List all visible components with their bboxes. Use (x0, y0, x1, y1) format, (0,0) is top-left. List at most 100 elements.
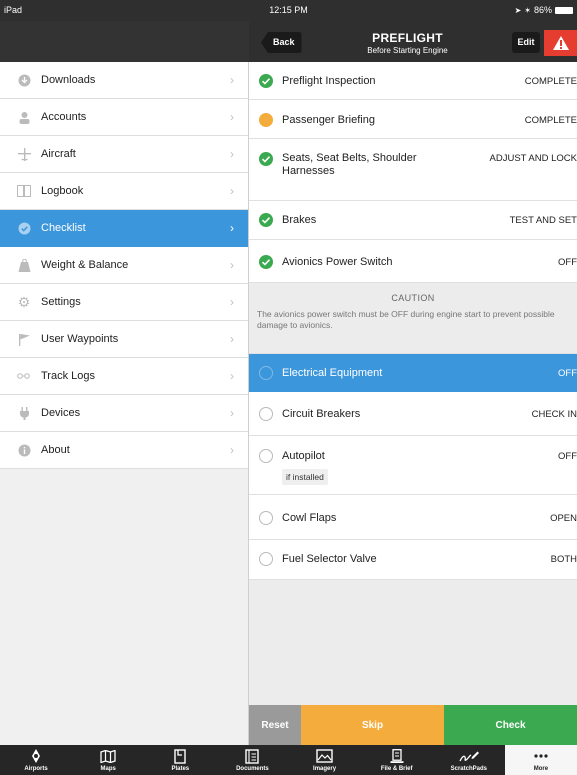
battery-icon (555, 6, 573, 14)
tab-label: More (533, 766, 549, 772)
item-value: BOTH (550, 554, 577, 565)
info-icon (17, 443, 31, 457)
plates-icon (174, 748, 187, 764)
sidebar-item-label: Aircraft (41, 148, 76, 160)
sidebar-item-logbook[interactable]: Logbook › (0, 173, 248, 210)
weight-icon (17, 258, 31, 272)
tab-maps[interactable]: Maps (72, 745, 144, 775)
checklist-item[interactable]: Autopilot OFF if installed (249, 436, 577, 495)
item-value: TEST AND SET (509, 215, 577, 226)
item-title: Seats, Seat Belts, Shoulder Harnesses (282, 152, 417, 177)
sidebar-item-about[interactable]: About › (0, 432, 248, 469)
check-button[interactable]: Check (444, 705, 577, 745)
pending-dot-icon (259, 113, 273, 127)
book-icon (17, 184, 31, 198)
checklist-item[interactable]: Electrical Equipment OFF (249, 354, 577, 392)
check-circle-icon (17, 221, 31, 235)
item-note: if installed (282, 469, 328, 485)
tab-bar: Airports Maps Plates Documents Imagery F… (0, 745, 577, 775)
checklist-item[interactable]: Seats, Seat Belts, Shoulder Harnesses AD… (249, 139, 577, 201)
checklist-item[interactable]: Cowl Flaps OPEN (249, 495, 577, 540)
chevron-right-icon: › (230, 332, 234, 346)
sidebar-item-label: Downloads (41, 74, 96, 86)
chevron-right-icon: › (230, 184, 234, 198)
item-title: Brakes (282, 214, 317, 226)
chevron-right-icon: › (230, 406, 234, 420)
item-value: OFF (558, 451, 577, 462)
item-value: OFF (558, 257, 577, 268)
skip-button[interactable]: Skip (301, 705, 444, 745)
tab-documents[interactable]: Documents (216, 745, 288, 775)
tab-label: Documents (236, 766, 269, 772)
airport-icon (29, 748, 43, 764)
item-value: OFF (558, 368, 577, 379)
status-right: ➤ ✶ 86% (515, 5, 573, 15)
reset-button[interactable]: Reset (249, 705, 301, 745)
item-value: OPEN (550, 513, 577, 524)
sidebar-item-checklist[interactable]: Checklist › (0, 210, 248, 247)
checklist-item[interactable]: Brakes TEST AND SET (249, 201, 577, 240)
sidebar-header (0, 21, 249, 62)
checkmark-icon (259, 74, 273, 88)
chevron-right-icon: › (230, 221, 234, 235)
sidebar-item-label: Settings (41, 296, 81, 308)
sidebar-item-label: Devices (41, 407, 81, 419)
clock: 12:15 PM (269, 5, 308, 15)
tab-file-brief[interactable]: File & Brief (361, 745, 433, 775)
sidebar-item-label: Accounts (41, 111, 87, 123)
empty-circle-icon (259, 449, 273, 463)
tab-plates[interactable]: Plates (144, 745, 216, 775)
chevron-right-icon: › (230, 369, 234, 383)
flag-icon (17, 332, 31, 346)
download-icon (17, 73, 31, 87)
person-icon (17, 110, 31, 124)
chevron-right-icon: › (230, 295, 234, 309)
item-title: Cowl Flaps (282, 512, 337, 524)
sidebar-item-label: Logbook (41, 185, 84, 197)
sidebar-item-user-waypoints[interactable]: User Waypoints › (0, 321, 248, 358)
tab-imagery[interactable]: Imagery (289, 745, 361, 775)
tab-label: Plates (171, 766, 190, 772)
sidebar-item-label: Track Logs (41, 370, 96, 382)
sidebar-item-downloads[interactable]: Downloads › (0, 62, 248, 99)
sidebar-item-label: About (41, 444, 70, 456)
caution-heading: CAUTION (391, 293, 435, 303)
alert-button[interactable] (544, 30, 577, 56)
subtitle-text: Before Starting Engine (367, 46, 448, 55)
tab-airports[interactable]: Airports (0, 745, 72, 775)
title-text: PREFLIGHT (372, 31, 443, 45)
tab-more[interactable]: More (504, 745, 577, 775)
tab-scratchpads[interactable]: ScratchPads (433, 745, 505, 775)
nav-bar: Back PREFLIGHT Before Starting Engine Ed… (0, 21, 577, 62)
checklist-item[interactable]: Passenger Briefing COMPLETE (249, 100, 577, 139)
bluetooth-icon: ✶ (524, 5, 531, 15)
checklist-item[interactable]: Avionics Power Switch OFF (249, 240, 577, 283)
tab-label: ScratchPads (450, 766, 487, 772)
plug-icon (17, 406, 31, 420)
item-value: ADJUST AND LOCK (489, 153, 577, 164)
tab-label: File & Brief (380, 766, 413, 772)
checkmark-icon (259, 152, 273, 166)
edit-button[interactable]: Edit (512, 32, 540, 53)
item-title: Circuit Breakers (282, 408, 361, 420)
checklist-item[interactable]: Fuel Selector Valve BOTH (249, 540, 577, 580)
sidebar-item-devices[interactable]: Devices › (0, 395, 248, 432)
sidebar-item-aircraft[interactable]: Aircraft › (0, 136, 248, 173)
sidebar-item-settings[interactable]: ⚙ Settings › (0, 284, 248, 321)
item-title: Fuel Selector Valve (282, 553, 377, 565)
sidebar-item-weight-balance[interactable]: Weight & Balance › (0, 247, 248, 284)
documents-icon (245, 748, 260, 764)
status-bar: iPad 12:15 PM ➤ ✶ 86% (0, 0, 577, 21)
item-title: Avionics Power Switch (282, 256, 393, 268)
chevron-right-icon: › (230, 110, 234, 124)
sidebar-item-accounts[interactable]: Accounts › (0, 99, 248, 136)
checklist-item[interactable]: Circuit Breakers CHECK IN (249, 392, 577, 436)
checkmark-icon (259, 213, 273, 227)
item-value: COMPLETE (524, 115, 577, 126)
back-button[interactable]: Back (261, 32, 302, 53)
item-title: Electrical Equipment (282, 367, 383, 379)
sidebar-item-track-logs[interactable]: Track Logs › (0, 358, 248, 395)
checklist-item[interactable]: Preflight Inspection COMPLETE (249, 62, 577, 100)
airplane-icon (17, 147, 31, 161)
checkmark-icon (259, 255, 273, 269)
